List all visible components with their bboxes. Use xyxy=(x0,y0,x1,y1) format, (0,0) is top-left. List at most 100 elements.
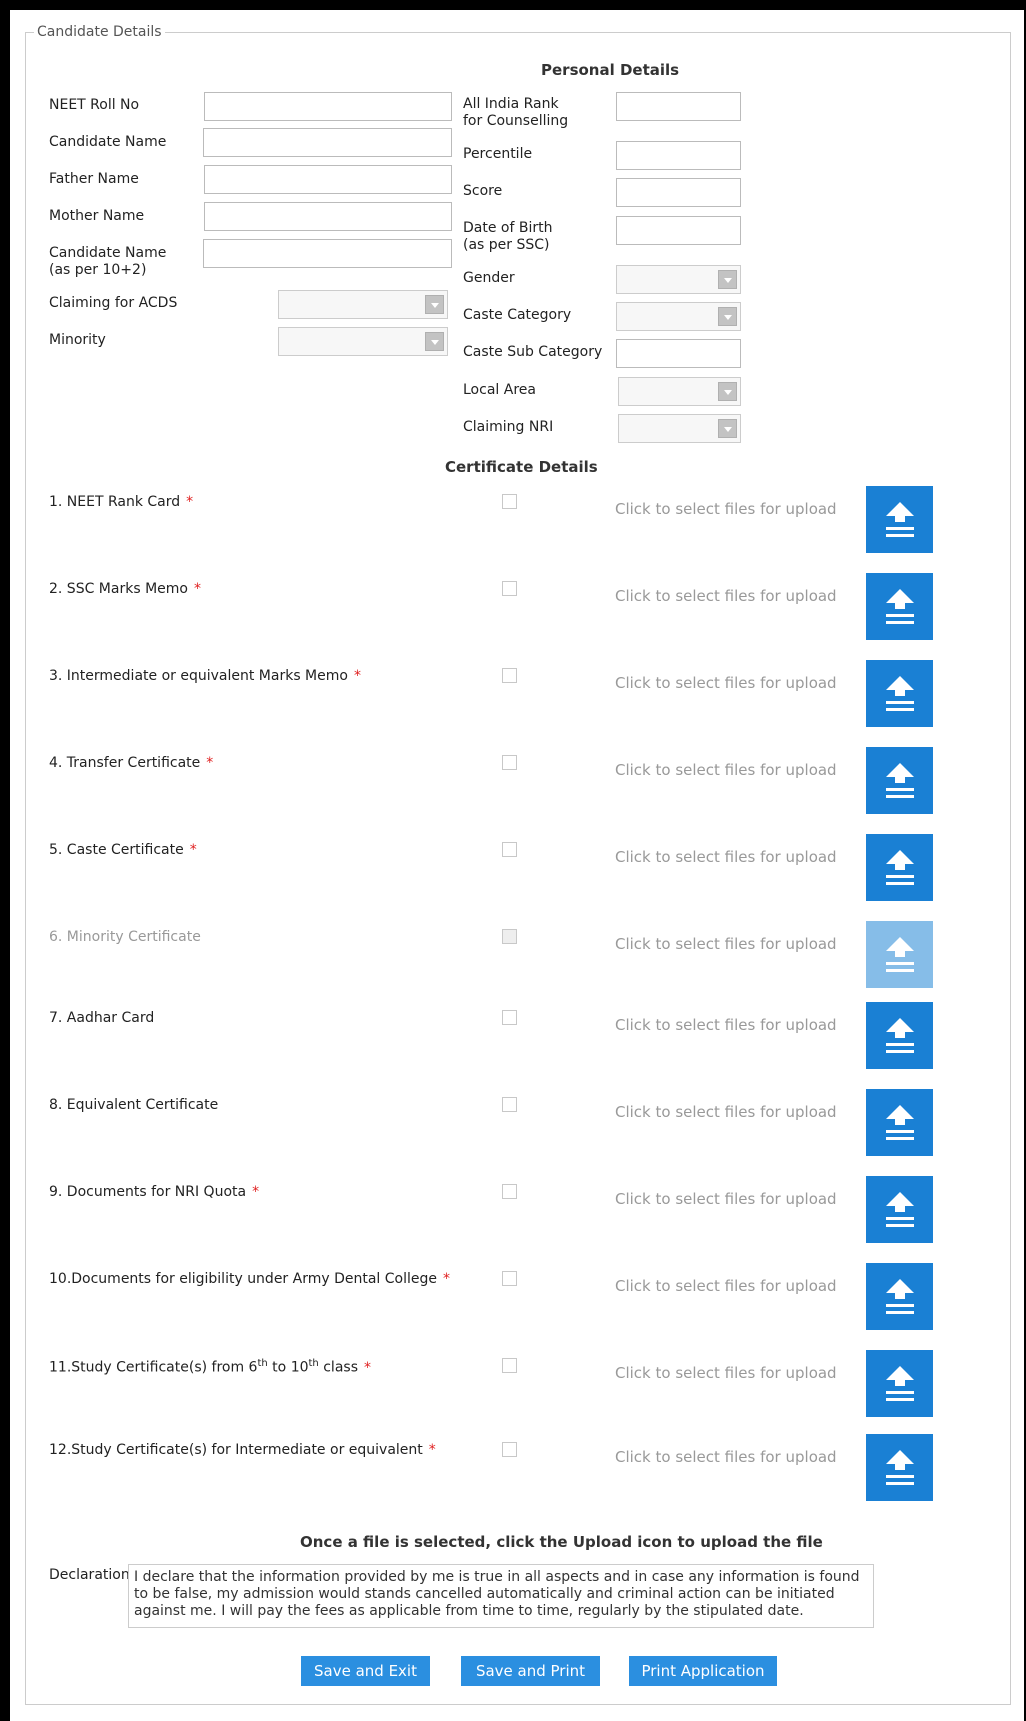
upload-button[interactable] xyxy=(866,1176,933,1243)
local-area-select[interactable] xyxy=(618,377,741,406)
file-select-link[interactable]: Click to select files for upload xyxy=(615,1190,837,1208)
upload-button[interactable] xyxy=(866,1350,933,1417)
chevron-down-icon xyxy=(425,295,444,314)
upload-button[interactable] xyxy=(866,573,933,640)
certificate-checkbox[interactable] xyxy=(502,755,517,770)
certificate-label: 9. Documents for NRI Quota * xyxy=(49,1184,259,1200)
fieldset-legend: Candidate Details xyxy=(34,22,165,42)
chevron-down-icon xyxy=(718,419,737,438)
certificate-checkbox[interactable] xyxy=(502,1010,517,1025)
certificate-label-text: 12.Study Certificate(s) for Intermediate… xyxy=(49,1442,423,1458)
chevron-down-icon xyxy=(718,382,737,401)
certificate-checkbox[interactable] xyxy=(502,1097,517,1112)
all-india-rank-label: All India Rank for Counselling xyxy=(463,96,569,129)
claiming-acds-label: Claiming for ACDS xyxy=(49,295,178,311)
file-select-link[interactable]: Click to select files for upload xyxy=(615,587,837,605)
required-marker: * xyxy=(353,668,361,684)
date-of-birth-input[interactable] xyxy=(616,216,741,245)
upload-button[interactable] xyxy=(866,834,933,901)
certificate-label: 10.Documents for eligibility under Army … xyxy=(49,1271,450,1287)
save-and-exit-button[interactable]: Save and Exit xyxy=(301,1656,430,1686)
certificate-label-sup: th xyxy=(257,1358,268,1369)
percentile-input[interactable] xyxy=(616,141,741,170)
upload-button[interactable] xyxy=(866,660,933,727)
file-select-link[interactable]: Click to select files for upload xyxy=(615,761,837,779)
certificate-label: 2. SSC Marks Memo * xyxy=(49,581,201,597)
upload-button[interactable] xyxy=(866,1002,933,1069)
upload-button xyxy=(866,921,933,988)
chevron-down-icon xyxy=(718,270,737,289)
father-name-input[interactable] xyxy=(204,165,452,194)
candidate-name-10-2-input[interactable] xyxy=(203,239,452,268)
claiming-acds-select[interactable] xyxy=(278,290,448,319)
caste-category-select[interactable] xyxy=(616,302,741,331)
certificate-checkbox[interactable] xyxy=(502,842,517,857)
minority-select[interactable] xyxy=(278,327,448,356)
file-select-link[interactable]: Click to select files for upload xyxy=(615,1364,837,1382)
required-marker: * xyxy=(186,494,194,510)
certificate-checkbox[interactable] xyxy=(502,1358,517,1373)
certificate-checkbox[interactable] xyxy=(502,1442,517,1457)
certificate-checkbox xyxy=(502,929,517,944)
upload-icon xyxy=(886,1105,914,1140)
personal-details-heading: Personal Details xyxy=(541,61,680,79)
certificate-label-text: class xyxy=(318,1359,358,1376)
chevron-down-icon xyxy=(718,307,737,326)
chevron-down-icon xyxy=(425,332,444,351)
upload-button[interactable] xyxy=(866,747,933,814)
required-marker: * xyxy=(443,1271,451,1287)
certificate-label-text: 8. Equivalent Certificate xyxy=(49,1097,219,1113)
certificate-checkbox[interactable] xyxy=(502,1271,517,1286)
certificate-label-text: 5. Caste Certificate xyxy=(49,842,184,858)
claiming-nri-select[interactable] xyxy=(618,414,741,443)
neet-roll-no-input[interactable] xyxy=(204,92,452,121)
claiming-nri-label: Claiming NRI xyxy=(463,419,554,435)
upload-icon xyxy=(886,1450,914,1485)
upload-note: Once a file is selected, click the Uploa… xyxy=(300,1533,823,1551)
certificate-label-text: 9. Documents for NRI Quota xyxy=(49,1184,247,1200)
upload-icon xyxy=(886,763,914,798)
certificate-label: 8. Equivalent Certificate xyxy=(49,1097,224,1113)
print-application-button[interactable]: Print Application xyxy=(629,1656,777,1686)
neet-roll-no-label: NEET Roll No xyxy=(49,97,140,113)
upload-button[interactable] xyxy=(866,1263,933,1330)
certificate-checkbox[interactable] xyxy=(502,1184,517,1199)
caste-sub-category-input[interactable] xyxy=(616,339,741,368)
score-input[interactable] xyxy=(616,178,741,207)
file-select-link[interactable]: Click to select files for upload xyxy=(615,935,837,953)
candidate-name-input[interactable] xyxy=(203,128,452,157)
upload-button[interactable] xyxy=(866,1434,933,1501)
upload-icon xyxy=(886,1192,914,1227)
certificate-label: 4. Transfer Certificate * xyxy=(49,755,213,771)
file-select-link[interactable]: Click to select files for upload xyxy=(615,848,837,866)
certificate-label: 11.Study Certificate(s) from 6th to 10th… xyxy=(49,1358,371,1376)
file-select-link[interactable]: Click to select files for upload xyxy=(615,674,837,692)
required-marker: * xyxy=(252,1184,260,1200)
certificate-details-heading: Certificate Details xyxy=(445,458,598,476)
certificate-checkbox[interactable] xyxy=(502,494,517,509)
file-select-link[interactable]: Click to select files for upload xyxy=(615,1103,837,1121)
certificate-checkbox[interactable] xyxy=(502,668,517,683)
save-and-print-button[interactable]: Save and Print xyxy=(461,1656,600,1686)
required-marker: * xyxy=(206,755,214,771)
all-india-rank-input[interactable] xyxy=(616,92,741,121)
mother-name-input[interactable] xyxy=(204,202,452,231)
local-area-label: Local Area xyxy=(463,382,536,398)
upload-button[interactable] xyxy=(866,1089,933,1156)
file-select-link[interactable]: Click to select files for upload xyxy=(615,1277,837,1295)
upload-icon xyxy=(886,937,914,972)
certificate-checkbox[interactable] xyxy=(502,581,517,596)
certificate-label-text: 2. SSC Marks Memo xyxy=(49,581,188,597)
candidate-name-label: Candidate Name xyxy=(49,134,167,150)
file-select-link[interactable]: Click to select files for upload xyxy=(615,500,837,518)
certificate-label: 6. Minority Certificate xyxy=(49,929,207,945)
file-select-link[interactable]: Click to select files for upload xyxy=(615,1448,837,1466)
gender-label: Gender xyxy=(463,270,515,286)
gender-select[interactable] xyxy=(616,265,741,294)
certificate-label: 5. Caste Certificate * xyxy=(49,842,197,858)
mother-name-label: Mother Name xyxy=(49,208,145,224)
upload-button[interactable] xyxy=(866,486,933,553)
certificate-label-sup: th xyxy=(308,1358,319,1369)
file-select-link[interactable]: Click to select files for upload xyxy=(615,1016,837,1034)
upload-icon xyxy=(886,676,914,711)
